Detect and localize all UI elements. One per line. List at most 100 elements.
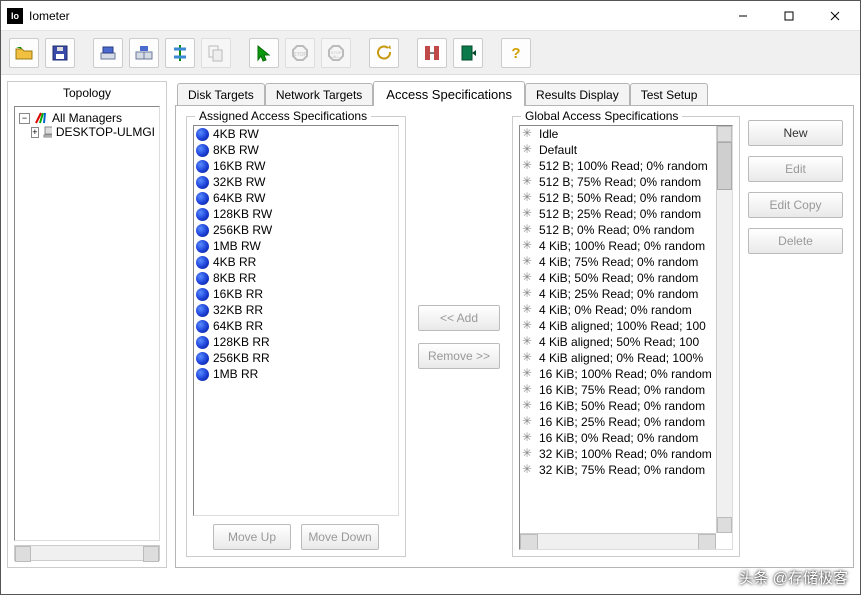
toolbar: STOP STOPALL ? <box>1 31 860 75</box>
exit-button[interactable] <box>453 38 483 68</box>
list-item[interactable]: 8KB RW <box>194 142 398 158</box>
tab-results-display[interactable]: Results Display <box>525 83 630 105</box>
spec-icon <box>522 256 535 269</box>
help-button[interactable]: ? <box>501 38 531 68</box>
list-item[interactable]: 4 KiB; 100% Read; 0% random <box>520 238 716 254</box>
list-item-label: 8KB RR <box>213 271 256 285</box>
network-worker-button[interactable] <box>165 38 195 68</box>
list-item[interactable]: 4 KiB aligned; 100% Read; 100 <box>520 318 716 334</box>
spec-icon <box>196 288 209 301</box>
tab-body: Assigned Access Specifications 4KB RW8KB… <box>175 105 854 568</box>
list-item[interactable]: 4 KiB aligned; 0% Read; 100% <box>520 350 716 366</box>
list-item[interactable]: 64KB RW <box>194 190 398 206</box>
list-item[interactable]: 4 KiB; 75% Read; 0% random <box>520 254 716 270</box>
list-item[interactable]: 256KB RR <box>194 350 398 366</box>
list-item[interactable]: Idle <box>520 126 716 142</box>
spec-icon <box>522 176 535 189</box>
list-item-label: 64KB RR <box>213 319 263 333</box>
close-button[interactable] <box>812 2 858 30</box>
spec-icon <box>196 368 209 381</box>
list-item[interactable]: 256KB RW <box>194 222 398 238</box>
list-item[interactable]: 32 KiB; 75% Read; 0% random <box>520 462 716 478</box>
duplicate-worker-button[interactable] <box>129 38 159 68</box>
list-item[interactable]: 4 KiB; 50% Read; 0% random <box>520 270 716 286</box>
assigned-listbox[interactable]: 4KB RW8KB RW16KB RW32KB RW64KB RW128KB R… <box>193 125 399 516</box>
list-item-label: 32KB RR <box>213 303 263 317</box>
list-item[interactable]: 4 KiB; 0% Read; 0% random <box>520 302 716 318</box>
move-down-button[interactable]: Move Down <box>301 524 379 550</box>
list-item[interactable]: 16KB RR <box>194 286 398 302</box>
tab-disk-targets[interactable]: Disk Targets <box>177 83 265 105</box>
copy-button[interactable] <box>201 38 231 68</box>
list-item[interactable]: 16 KiB; 25% Read; 0% random <box>520 414 716 430</box>
stop-button[interactable]: STOP <box>285 38 315 68</box>
list-item[interactable]: 32 KiB; 100% Read; 0% random <box>520 446 716 462</box>
list-item[interactable]: 512 B; 0% Read; 0% random <box>520 222 716 238</box>
list-item[interactable]: 128KB RR <box>194 334 398 350</box>
list-item-label: 16 KiB; 75% Read; 0% random <box>539 383 705 397</box>
tree-child[interactable]: + DESKTOP-ULMGI <box>19 125 155 139</box>
expand-icon[interactable]: + <box>31 127 39 138</box>
open-button[interactable] <box>9 38 39 68</box>
list-item[interactable]: 16 KiB; 50% Read; 0% random <box>520 398 716 414</box>
list-item[interactable]: 32KB RW <box>194 174 398 190</box>
list-item[interactable]: 16KB RW <box>194 158 398 174</box>
list-item[interactable]: 1MB RR <box>194 366 398 382</box>
list-item-label: 16 KiB; 100% Read; 0% random <box>539 367 712 381</box>
list-item[interactable]: 32KB RR <box>194 302 398 318</box>
list-item[interactable]: 512 B; 25% Read; 0% random <box>520 206 716 222</box>
tab-network-targets[interactable]: Network Targets <box>265 83 373 105</box>
remove-button[interactable]: Remove >> <box>418 343 500 369</box>
list-item-label: 1MB RR <box>213 367 258 381</box>
new-button[interactable]: New <box>748 120 843 146</box>
new-worker-button[interactable] <box>93 38 123 68</box>
right-buttons: New Edit Edit Copy Delete <box>748 116 843 557</box>
expand-icon[interactable]: − <box>19 113 30 124</box>
compact-button[interactable] <box>417 38 447 68</box>
edit-copy-button[interactable]: Edit Copy <box>748 192 843 218</box>
add-button[interactable]: << Add <box>418 305 500 331</box>
list-item[interactable]: 1MB RW <box>194 238 398 254</box>
list-item[interactable]: 16 KiB; 75% Read; 0% random <box>520 382 716 398</box>
tab-test-setup[interactable]: Test Setup <box>630 83 709 105</box>
global-vscroll[interactable] <box>716 126 732 533</box>
list-item-label: 4 KiB; 25% Read; 0% random <box>539 287 698 301</box>
list-item[interactable]: 16 KiB; 0% Read; 0% random <box>520 430 716 446</box>
list-item[interactable]: 512 B; 75% Read; 0% random <box>520 174 716 190</box>
minimize-button[interactable] <box>720 2 766 30</box>
list-item[interactable]: 128KB RW <box>194 206 398 222</box>
save-button[interactable] <box>45 38 75 68</box>
list-item[interactable]: 512 B; 100% Read; 0% random <box>520 158 716 174</box>
topology-tree[interactable]: − All Managers + DESKTOP-ULMGI <box>14 106 160 541</box>
list-item-label: 4 KiB; 100% Read; 0% random <box>539 239 705 253</box>
edit-button[interactable]: Edit <box>748 156 843 182</box>
reset-button[interactable] <box>369 38 399 68</box>
move-up-button[interactable]: Move Up <box>213 524 291 550</box>
list-item[interactable]: 4 KiB; 25% Read; 0% random <box>520 286 716 302</box>
list-item[interactable]: 8KB RR <box>194 270 398 286</box>
spec-icon <box>522 352 535 365</box>
global-hscroll[interactable] <box>520 533 716 549</box>
stop-all-button[interactable]: STOPALL <box>321 38 351 68</box>
list-item[interactable]: 4KB RR <box>194 254 398 270</box>
topology-hscroll[interactable] <box>14 545 160 561</box>
tree-root[interactable]: − All Managers <box>19 111 155 125</box>
tab-access-specifications[interactable]: Access Specifications <box>373 81 525 106</box>
list-item[interactable]: 4KB RW <box>194 126 398 142</box>
list-item[interactable]: 16 KiB; 100% Read; 0% random <box>520 366 716 382</box>
delete-button[interactable]: Delete <box>748 228 843 254</box>
list-item[interactable]: Default <box>520 142 716 158</box>
spec-icon <box>522 240 535 253</box>
list-item[interactable]: 64KB RR <box>194 318 398 334</box>
start-button[interactable] <box>249 38 279 68</box>
global-listbox[interactable]: IdleDefault512 B; 100% Read; 0% random51… <box>519 125 733 550</box>
list-item[interactable]: 512 B; 50% Read; 0% random <box>520 190 716 206</box>
list-item-label: 128KB RW <box>213 207 272 221</box>
spec-icon <box>522 336 535 349</box>
list-item-label: 32KB RW <box>213 175 265 189</box>
list-item[interactable]: 4 KiB aligned; 50% Read; 100 <box>520 334 716 350</box>
spec-icon <box>196 272 209 285</box>
tabs-container: Disk Targets Network Targets Access Spec… <box>175 81 854 568</box>
list-item-label: 4KB RR <box>213 255 256 269</box>
maximize-button[interactable] <box>766 2 812 30</box>
